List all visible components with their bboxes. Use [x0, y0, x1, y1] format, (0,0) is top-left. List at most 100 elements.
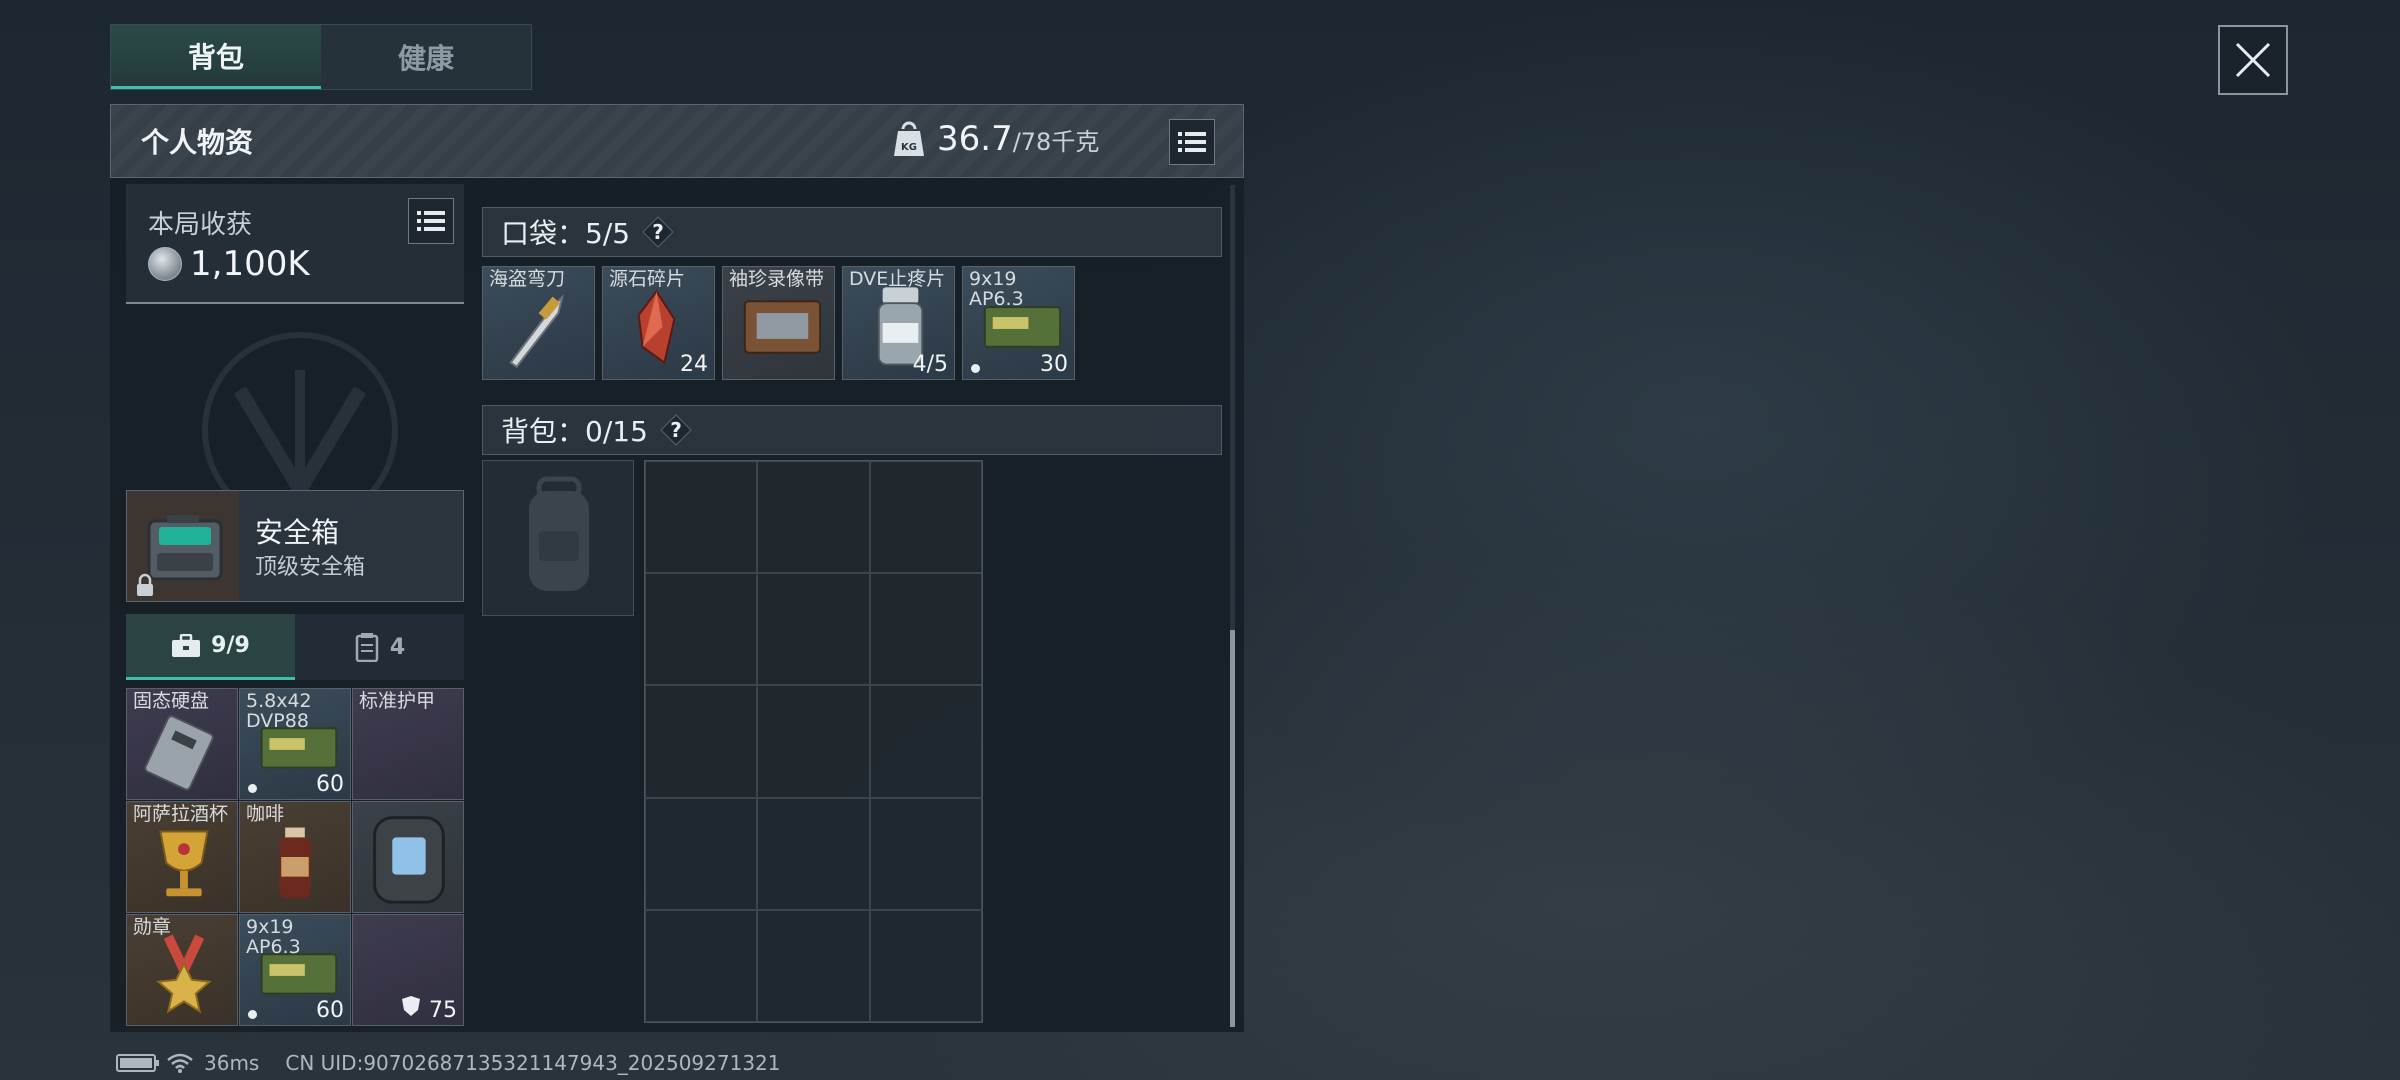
backpack-equip-slot[interactable] [482, 460, 634, 616]
safe-item[interactable]: 75 [352, 914, 464, 1026]
safe-item[interactable]: 咖啡 [239, 801, 351, 913]
tab-safe-gear-label: 4 [389, 634, 406, 660]
backpack-slot[interactable] [757, 797, 870, 910]
backpack-slot[interactable] [869, 461, 982, 574]
weight-max: /78千克 [1012, 128, 1100, 156]
coin-icon [148, 247, 182, 281]
weight-kg-icon: KG [894, 121, 924, 156]
item-name: 标准护甲 [359, 690, 436, 712]
safe-sub-tabs: 9/9 4 [126, 614, 464, 680]
safe-item[interactable]: 固态硬盘 [126, 688, 238, 800]
backpack-slot[interactable] [645, 461, 758, 574]
safe-item[interactable] [352, 801, 464, 913]
help-diamond-icon: ? [660, 414, 692, 446]
wifi-icon [167, 1053, 193, 1073]
weight-indicator: KG 36.7/78千克 [893, 119, 1099, 159]
backpack-slot[interactable] [645, 573, 758, 686]
safe-box-name: 安全箱 [255, 516, 340, 549]
item-count: 4/5 [912, 352, 948, 377]
pocket-item[interactable]: 袖珍录像带 [722, 266, 835, 380]
backpack-slot[interactable] [757, 909, 870, 1022]
backpack-slot[interactable] [645, 909, 758, 1022]
close-icon [2235, 42, 2271, 78]
earnings-value-row: 1,100K [148, 244, 310, 284]
tab-backpack[interactable]: 背包 [111, 25, 321, 89]
pocket-item[interactable]: DVE止疼片 4/5 [842, 266, 955, 380]
lock-icon [137, 573, 153, 596]
item-name: 源石碎片 [609, 268, 686, 290]
backpack-slot[interactable] [757, 573, 870, 686]
backpack-silhouette-icon [529, 476, 589, 591]
item-count: 60 [316, 998, 344, 1023]
tab-safe-items[interactable]: 9/9 [126, 614, 295, 680]
backpack-slot[interactable] [869, 797, 982, 910]
item-count: 75 [429, 998, 457, 1023]
vest-icon [355, 633, 379, 662]
safe-box-card[interactable]: 安全箱 顶级安全箱 [126, 490, 464, 602]
uid-text: CN UID:907026871353211479​43_20250927132… [285, 1051, 781, 1075]
item-count: 24 [680, 352, 708, 377]
backpack-slot[interactable] [757, 461, 870, 574]
item-name: 咖啡 [246, 803, 285, 825]
armor-vest-icon [373, 816, 445, 904]
safe-item[interactable]: 标准护甲 [352, 688, 464, 800]
safe-item[interactable]: 阿萨拉酒杯 [126, 801, 238, 913]
item-name: 袖珍录像带 [729, 268, 825, 290]
list-icon [417, 211, 445, 231]
backpack-slot[interactable] [869, 573, 982, 686]
help-icon[interactable]: ? [640, 214, 676, 250]
panel-header: 个人物资 KG 36.7/78千克 [110, 104, 1244, 178]
pocket-item[interactable]: 海盗弯刀 [482, 266, 595, 380]
backpack-slot[interactable] [757, 685, 870, 798]
item-name: 5.8x42 DVP88 [246, 690, 312, 732]
safe-item-grid: 固态硬盘 5.8x42 DVP88 60 标准护甲阿萨拉酒杯 咖啡勋章 9x19 AP6.… [126, 688, 464, 1026]
backpack-title: 背包：0/15 [501, 415, 648, 448]
ammo-dot-icon [971, 364, 980, 373]
pocket-title: 口袋：5/5 [501, 217, 631, 250]
safe-item[interactable]: 5.8x42 DVP88 60 [239, 688, 351, 800]
item-name: 海盗弯刀 [489, 268, 566, 290]
tab-health[interactable]: 健康 [321, 25, 531, 89]
status-bar: 36ms CN UID:907026871353211479​43_202509… [116, 1050, 781, 1076]
safe-item[interactable]: 9x19 AP6.3 60 [239, 914, 351, 1026]
briefcase-icon [172, 633, 201, 657]
backpack-header: 背包：0/15 ? [482, 405, 1222, 455]
battery-icon [116, 1054, 159, 1072]
earnings-box: 本局收获 1,100K [126, 184, 464, 304]
ammo-dot-icon [248, 784, 257, 793]
pocket-item[interactable]: 9x19 AP6.3 30 [962, 266, 1075, 380]
tab-safe-gear[interactable]: 4 [295, 614, 464, 680]
backpack-slot[interactable] [645, 685, 758, 798]
item-name: 固态硬盘 [133, 690, 210, 712]
backpack-slot[interactable] [869, 909, 982, 1022]
item-name: 阿萨拉酒杯 [133, 803, 229, 825]
help-icon[interactable]: ? [658, 412, 694, 448]
pocket-header: 口袋：5/5 ? [482, 207, 1222, 257]
svg-text:KG: KG [901, 142, 917, 153]
ping-value: 36ms [204, 1051, 260, 1075]
earnings-value: 1,100K [190, 244, 310, 284]
safe-box-tier: 顶级安全箱 [255, 555, 366, 580]
ammo-dot-icon [248, 1010, 257, 1019]
shield-icon [402, 996, 420, 1016]
backpack-slot[interactable] [869, 685, 982, 798]
list-icon [1178, 132, 1206, 152]
item-name: 9x19 AP6.3 [969, 268, 1024, 310]
item-count: 30 [1040, 352, 1068, 377]
top-tab-bar: 背包 健康 [110, 24, 532, 90]
item-count: 60 [316, 772, 344, 797]
earnings-list-button[interactable] [408, 198, 454, 244]
panel-title: 个人物资 [141, 126, 254, 159]
close-button[interactable] [2218, 25, 2288, 95]
sort-list-button[interactable] [1169, 119, 1215, 165]
tab-safe-items-label: 9/9 [211, 633, 250, 658]
item-name: DVE止疼片 [849, 268, 946, 290]
item-name: 9x19 AP6.3 [246, 916, 301, 958]
safe-item[interactable]: 勋章 [126, 914, 238, 1026]
pocket-item[interactable]: 源石碎片 24 [602, 266, 715, 380]
safe-box-image [127, 491, 239, 601]
svg-text:?: ? [670, 418, 682, 442]
backpack-slot[interactable] [645, 797, 758, 910]
scrollbar-thumb[interactable] [1230, 630, 1235, 1027]
pocket-item-row: 海盗弯刀 源石碎片 24 袖珍录像带 DVE止疼片 4/5 9x19 AP6.3 30 [482, 266, 1075, 380]
